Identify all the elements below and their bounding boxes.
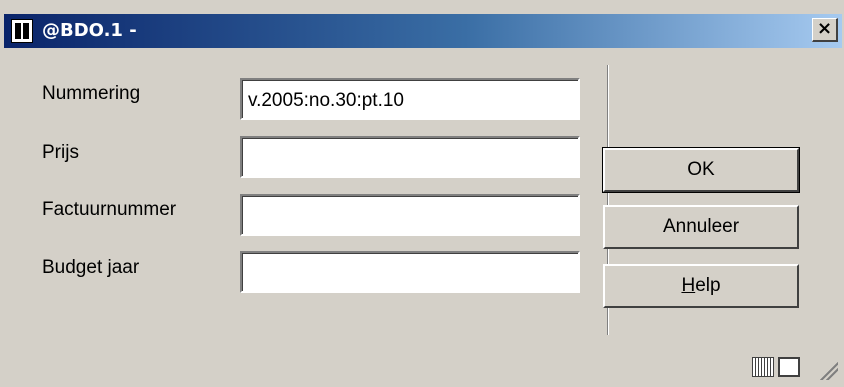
cancel-button[interactable]: Annuleer <box>603 205 799 249</box>
resize-grip-icon[interactable] <box>818 360 838 380</box>
label-budget-jaar: Budget jaar <box>42 257 140 278</box>
expand-icon[interactable] <box>778 357 800 377</box>
dialog-window: @BDO.1 - × Nummering v.2005:no.30:pt.10 … <box>0 0 844 387</box>
ok-button[interactable]: OK <box>602 147 800 193</box>
keyboard-icon[interactable] <box>752 357 774 377</box>
label-factuurnummer: Factuurnummer <box>42 199 177 220</box>
prijs-input[interactable] <box>240 136 580 178</box>
app-icon <box>11 19 33 43</box>
help-button[interactable]: Help <box>603 264 799 308</box>
label-nummering: Nummering <box>42 83 141 104</box>
close-button[interactable]: × <box>812 18 838 42</box>
label-prijs: Prijs <box>42 142 79 163</box>
window-title: @BDO.1 - <box>42 20 137 41</box>
help-mnemonic: H <box>681 275 696 296</box>
title-bar[interactable]: @BDO.1 - × <box>4 14 842 48</box>
nummering-input[interactable]: v.2005:no.30:pt.10 <box>240 78 580 120</box>
factuurnummer-input[interactable] <box>240 194 580 236</box>
budget-jaar-input[interactable] <box>240 251 580 293</box>
